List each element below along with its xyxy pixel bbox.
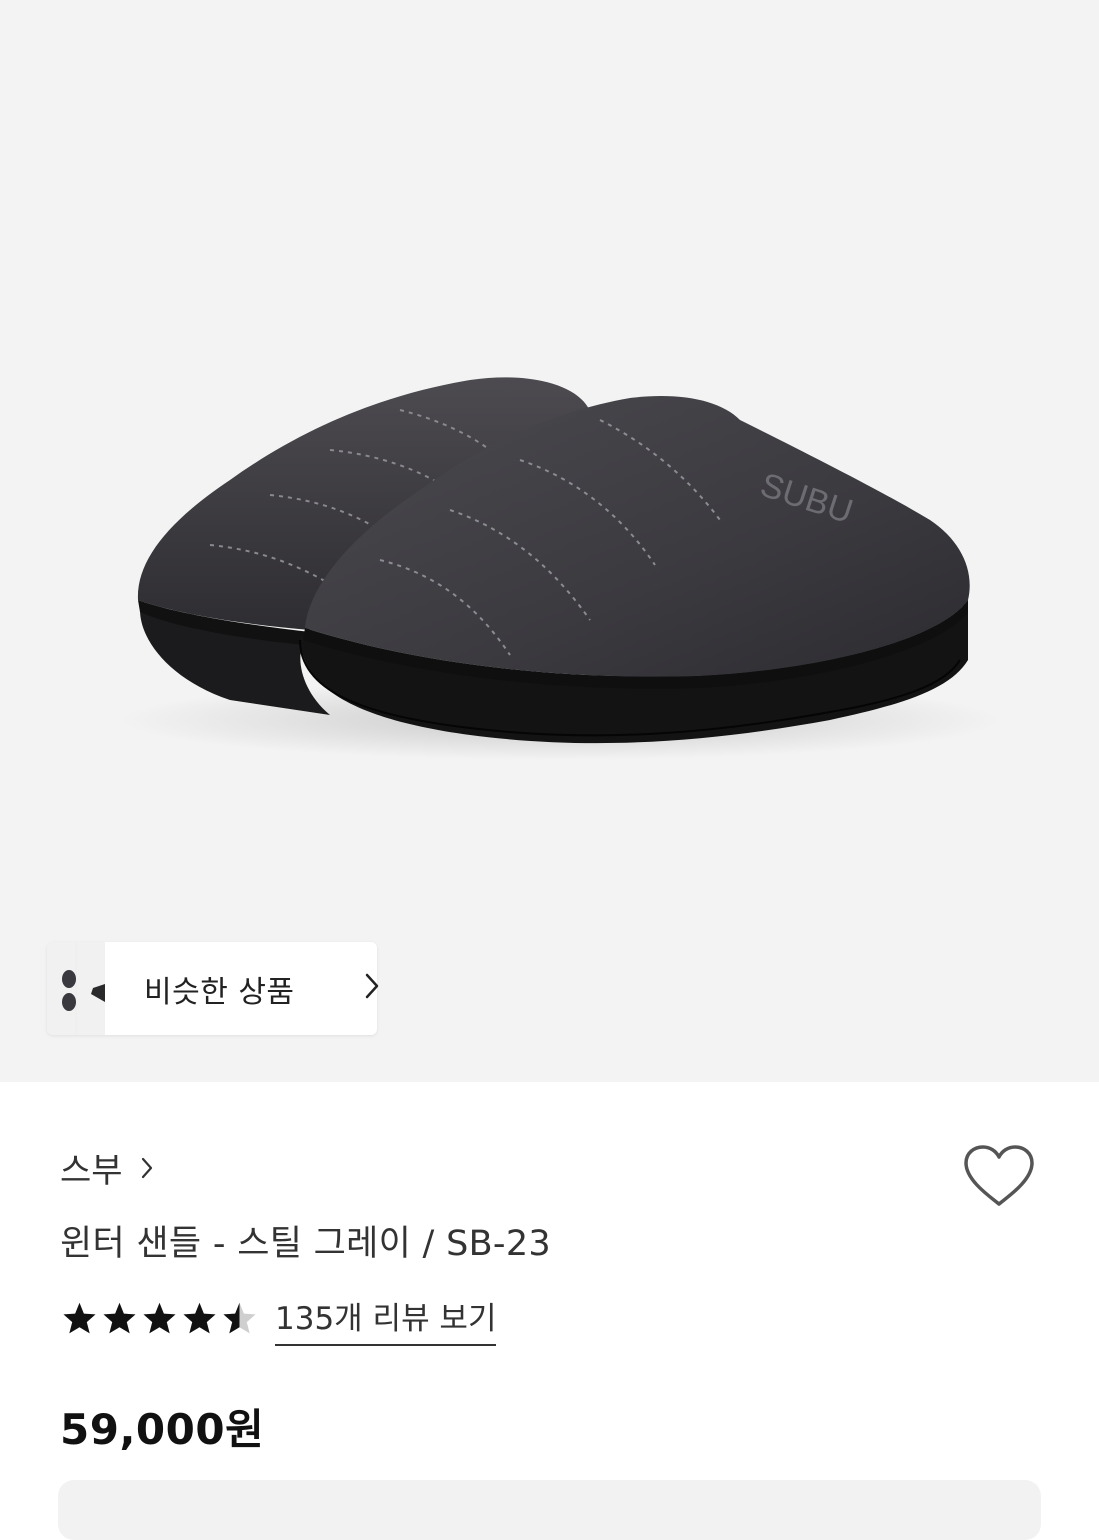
rating-stars	[62, 1301, 257, 1335]
similar-thumbnails	[47, 942, 105, 1035]
review-link[interactable]: 135개 리뷰 보기	[275, 1293, 497, 1346]
similar-products-button[interactable]: 비슷한 상품	[47, 942, 379, 1035]
chevron-right-icon	[141, 1157, 152, 1179]
star-icon	[143, 1302, 176, 1334]
brand-link[interactable]: 스부	[60, 1145, 153, 1191]
rating-row: 135개 리뷰 보기	[62, 1293, 497, 1346]
heart-icon	[964, 1145, 1034, 1206]
similar-products-label: 비슷한 상품	[144, 975, 295, 1010]
wishlist-button[interactable]	[962, 1143, 1036, 1213]
product-name: 윈터 샌들 - 스틸 그레이 / SB-23	[60, 1224, 551, 1264]
option-box[interactable]	[58, 1480, 1041, 1540]
chevron-right-icon	[365, 973, 379, 999]
thumbnail-image	[91, 984, 105, 1002]
star-icon	[183, 1302, 216, 1334]
price: 59,000원	[60, 1405, 265, 1454]
star-icon	[63, 1302, 96, 1334]
product-image-area[interactable]: SUBU 비슷한 상품	[0, 0, 1099, 1082]
brand-name: 스부	[60, 1150, 123, 1191]
star-icon	[103, 1302, 136, 1334]
product-photo: SUBU	[120, 377, 1000, 760]
star-half-icon	[223, 1302, 256, 1334]
